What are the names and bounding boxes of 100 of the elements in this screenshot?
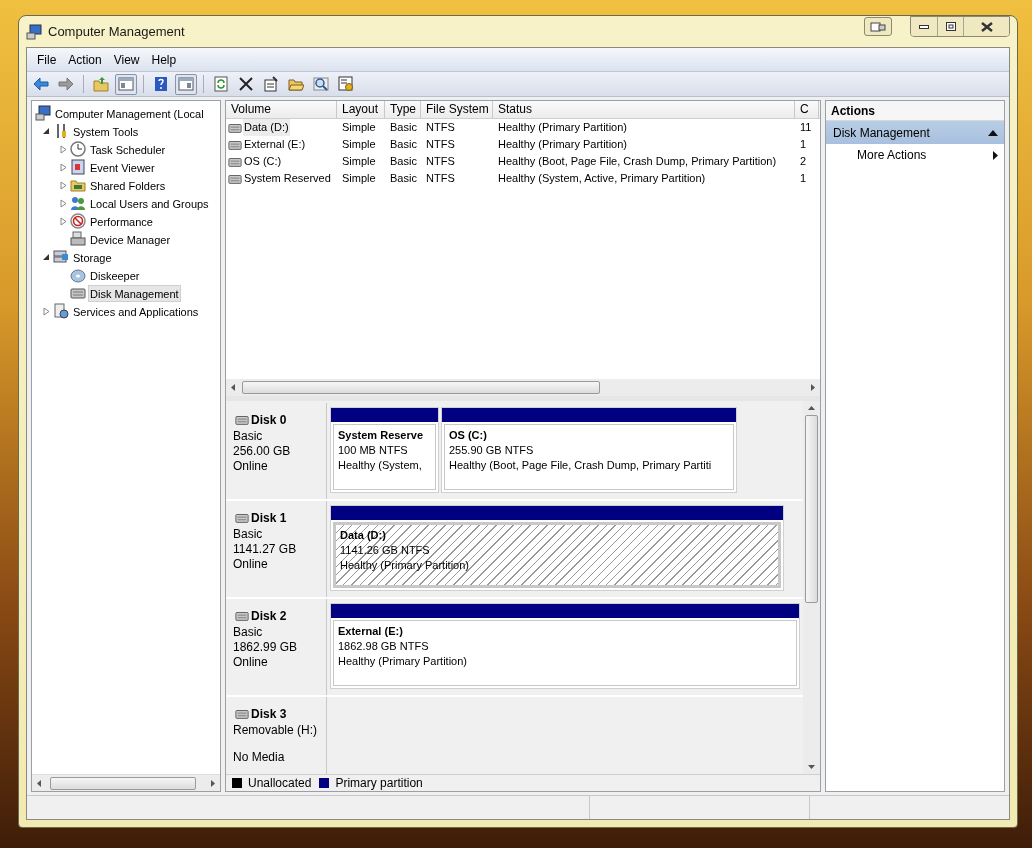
- submenu-arrow-icon: [993, 150, 998, 160]
- volume-name[interactable]: System Reserved: [243, 170, 332, 187]
- table-cell-text: 2: [800, 154, 807, 170]
- drive-icon: [233, 707, 251, 721]
- panel-title: Actions: [826, 101, 1004, 121]
- tree-item[interactable]: Performance: [88, 212, 155, 230]
- section-header[interactable]: Disk Management: [826, 121, 1004, 144]
- partition-status: Healthy (Boot, Page File, Crash Dump, Primary Partiti: [449, 458, 713, 473]
- partition[interactable]: External (E:) 1862.98 GB NTFS Healthy (Primary Partition): [330, 603, 800, 689]
- vertical-scrollbar[interactable]: [803, 401, 820, 774]
- disk-name: Disk 1: [251, 510, 287, 527]
- table-cell-text: Healthy (Primary Partition): [498, 120, 627, 136]
- partition[interactable]: System Reserve 100 MB NTFS Healthy (System,: [330, 407, 439, 493]
- table-cell-text: Healthy (System, Active, Primary Partition): [498, 171, 706, 187]
- partition[interactable]: OS (C:) 255.90 GB NTFS Healthy (Boot, Page File, Crash Dump, Primary Partiti: [441, 407, 737, 493]
- disk-name: Disk 0: [251, 412, 287, 429]
- menu-item[interactable]: File: [31, 49, 63, 70]
- scroll-thumb[interactable]: [805, 415, 818, 603]
- scroll-thumb[interactable]: [50, 776, 196, 790]
- table-cell-text: Basic: [390, 137, 417, 153]
- horizontal-scrollbar[interactable]: [226, 379, 820, 396]
- tree-item[interactable]: Event Viewer: [88, 158, 157, 176]
- close-button[interactable]: [963, 17, 1009, 36]
- folder-icon: [70, 177, 86, 193]
- action-item[interactable]: More Actions: [826, 144, 1004, 166]
- partition-label: OS (C:): [449, 428, 488, 443]
- table-cell-text: Healthy (Boot, Page File, Crash Dump, Primary Partition): [498, 154, 777, 170]
- table-cell-text: NTFS: [426, 137, 455, 153]
- snap-button[interactable]: [864, 17, 892, 36]
- table-cell-text: Simple: [342, 120, 376, 136]
- menu-item[interactable]: Action: [62, 49, 108, 70]
- table-cell-text: NTFS: [426, 171, 455, 187]
- tree-item[interactable]: Local Users and Groups: [88, 194, 211, 212]
- panel-button[interactable]: [115, 73, 137, 95]
- disk-status: Online: [233, 459, 269, 474]
- scroll-thumb[interactable]: [242, 381, 600, 394]
- volume-name[interactable]: Data (D:): [243, 119, 290, 136]
- menu-item[interactable]: Help: [145, 49, 183, 70]
- table-cell-text: NTFS: [426, 120, 455, 136]
- device-icon: [70, 231, 86, 247]
- clock-icon: [70, 141, 86, 157]
- disk-info: 256.00 GB: [233, 444, 292, 459]
- table-cell-text: 1: [800, 171, 807, 187]
- table-cell-text: Basic: [390, 171, 417, 187]
- volume-name[interactable]: External (E:): [243, 136, 307, 153]
- menu-item[interactable]: View: [107, 49, 146, 70]
- horizontal-scrollbar[interactable]: [32, 774, 220, 791]
- partition-label: System Reserve: [338, 428, 424, 443]
- maximize-button[interactable]: [937, 17, 963, 36]
- partition-size: 1141.26 GB NTFS: [340, 543, 431, 558]
- disk-status: Online: [233, 655, 269, 670]
- tree-item[interactable]: Device Manager: [88, 230, 173, 248]
- panel-button[interactable]: [175, 73, 197, 95]
- column-header[interactable]: Volume: [226, 101, 337, 118]
- tree-item[interactable]: Task Scheduler: [88, 140, 168, 158]
- drive-icon: [233, 609, 251, 623]
- tree-item[interactable]: Disk Management: [88, 284, 181, 302]
- window-title: Computer Management: [48, 22, 185, 41]
- services-icon: [53, 303, 69, 319]
- expand-arrow-icon[interactable]: [58, 198, 68, 208]
- table-cell-text: Simple: [342, 154, 376, 170]
- disk-info: Basic: [233, 625, 264, 640]
- tree-item[interactable]: Diskeeper: [88, 266, 142, 284]
- column-header[interactable]: File System: [421, 101, 493, 118]
- partition-status: Healthy (Primary Partition): [338, 654, 468, 669]
- computer-icon: [26, 23, 42, 40]
- panel-icon: [118, 76, 134, 92]
- help-icon: [153, 76, 169, 92]
- disk-info: Basic: [233, 527, 264, 542]
- minimize-button[interactable]: [911, 17, 937, 36]
- collapse-arrow-icon[interactable]: [41, 252, 51, 262]
- collapse-arrow-icon[interactable]: [41, 126, 51, 136]
- partition[interactable]: Data (D:) 1141.26 GB NTFS Healthy (Primary Partition): [330, 505, 784, 591]
- disk-info: 1141.27 GB: [233, 542, 298, 557]
- volume-name[interactable]: OS (C:): [243, 153, 283, 170]
- table-cell-text: Basic: [390, 154, 417, 170]
- tree-item[interactable]: Storage: [71, 248, 114, 266]
- tree-item[interactable]: System Tools: [71, 122, 141, 140]
- tree-item[interactable]: Services and Applications: [71, 302, 201, 320]
- expand-arrow-icon[interactable]: [41, 306, 51, 316]
- expand-arrow-icon[interactable]: [58, 144, 68, 154]
- disk-info: Basic: [233, 429, 264, 444]
- drive-icon: [233, 511, 251, 525]
- expand-arrow-icon[interactable]: [58, 216, 68, 226]
- back-icon: [33, 76, 49, 92]
- tree-item[interactable]: Computer Management (Local: [53, 104, 206, 122]
- tree-item[interactable]: Shared Folders: [88, 176, 168, 194]
- column-header[interactable]: Layout: [337, 101, 385, 118]
- column-header[interactable]: C: [795, 101, 819, 118]
- partition-label: Data (D:): [340, 528, 387, 543]
- table-cell-text: Basic: [390, 120, 417, 136]
- expand-arrow-icon[interactable]: [58, 162, 68, 172]
- window-icon: [870, 21, 886, 32]
- column-header[interactable]: Status: [493, 101, 795, 118]
- expand-arrow-icon[interactable]: [58, 180, 68, 190]
- column-header[interactable]: Type: [385, 101, 421, 118]
- disk-name: Disk 2: [251, 608, 287, 625]
- storage-icon: [53, 249, 69, 265]
- partition-label: External (E:): [338, 624, 404, 639]
- settings-icon: [338, 76, 354, 92]
